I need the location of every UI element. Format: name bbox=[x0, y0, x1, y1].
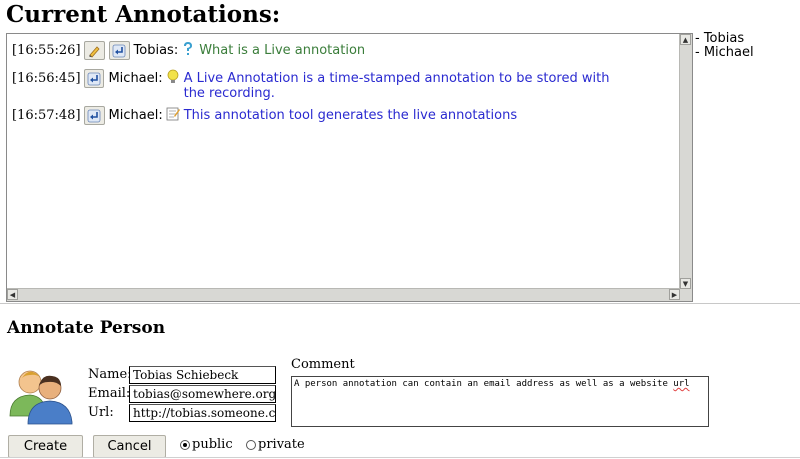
annotation-user: Michael: bbox=[108, 71, 163, 86]
reply-icon bbox=[87, 109, 101, 122]
scroll-right-icon[interactable]: ▶ bbox=[669, 289, 680, 300]
annotation-time: [16:55:26] bbox=[12, 43, 81, 58]
annotation-text: A Live Annotation is a time-stamped anno… bbox=[183, 71, 610, 101]
annotation-text: This annotation tool generates the live … bbox=[183, 108, 518, 123]
people-icon bbox=[9, 370, 73, 425]
section-divider bbox=[0, 303, 800, 304]
annotation-text: What is a Live annotation bbox=[199, 43, 366, 58]
reply-icon bbox=[112, 44, 126, 57]
annotations-log[interactable]: [16:55:26] Tobias: What is a Live annota… bbox=[6, 33, 693, 302]
radio-public[interactable]: public bbox=[180, 437, 233, 452]
edit-icon bbox=[89, 45, 100, 58]
question-icon bbox=[184, 42, 193, 55]
annotation-user: Tobias: bbox=[133, 43, 179, 58]
comment-label: Comment bbox=[291, 357, 355, 372]
horizontal-scrollbar[interactable]: ◀ ▶ bbox=[7, 288, 680, 301]
annotation-row: [16:56:45] Michael: A Live Annotation is… bbox=[12, 69, 632, 101]
name-field[interactable]: Tobias Schiebeck bbox=[129, 366, 276, 384]
annotation-row: [16:55:26] Tobias: What is a Live annota… bbox=[12, 41, 365, 60]
url-field[interactable]: http://tobias.someone.com bbox=[129, 404, 276, 422]
radio-private-circle[interactable] bbox=[246, 439, 256, 450]
email-field[interactable]: tobias@somewhere.org bbox=[129, 385, 276, 403]
page-title: Current Annotations: bbox=[6, 1, 281, 28]
scroll-left-icon[interactable]: ◀ bbox=[7, 289, 18, 300]
vertical-scrollbar[interactable]: ▲ ▼ bbox=[679, 34, 692, 289]
scroll-down-icon[interactable]: ▼ bbox=[680, 278, 691, 289]
comment-textarea[interactable]: A person annotation can contain an email… bbox=[291, 376, 709, 427]
name-label: Name: bbox=[88, 367, 132, 382]
reply-icon bbox=[87, 72, 101, 85]
participant-list: - Tobias - Michael bbox=[695, 32, 754, 60]
annotation-row: [16:57:48] Michael: This annotation tool… bbox=[12, 106, 517, 125]
section-title: Annotate Person bbox=[7, 318, 166, 338]
email-label: Email: bbox=[88, 386, 131, 401]
comment-text: A person annotation can contain an email… bbox=[294, 379, 668, 389]
reply-annotation-button[interactable] bbox=[83, 106, 105, 125]
annotation-time: [16:56:45] bbox=[12, 71, 81, 86]
reply-annotation-button[interactable] bbox=[108, 41, 130, 60]
annotation-user: Michael: bbox=[108, 108, 163, 123]
radio-private-label: private bbox=[258, 437, 305, 452]
radio-public-label: public bbox=[192, 437, 233, 452]
bottom-divider bbox=[0, 457, 800, 458]
create-button[interactable]: Create bbox=[8, 435, 83, 458]
cancel-button[interactable]: Cancel bbox=[93, 435, 166, 458]
lightbulb-icon bbox=[167, 69, 178, 83]
annotation-time: [16:57:48] bbox=[12, 108, 81, 123]
url-label: Url: bbox=[88, 405, 114, 420]
note-icon bbox=[166, 107, 180, 121]
radio-private[interactable]: private bbox=[246, 437, 305, 452]
comment-misspelled-word: url bbox=[673, 379, 690, 389]
radio-public-circle[interactable] bbox=[180, 439, 190, 450]
scroll-up-icon[interactable]: ▲ bbox=[680, 34, 691, 45]
edit-annotation-button[interactable] bbox=[83, 41, 105, 60]
participant-item[interactable]: - Michael bbox=[695, 46, 754, 60]
scroll-corner bbox=[680, 289, 692, 301]
reply-annotation-button[interactable] bbox=[83, 69, 105, 88]
participant-item[interactable]: - Tobias bbox=[695, 32, 754, 46]
